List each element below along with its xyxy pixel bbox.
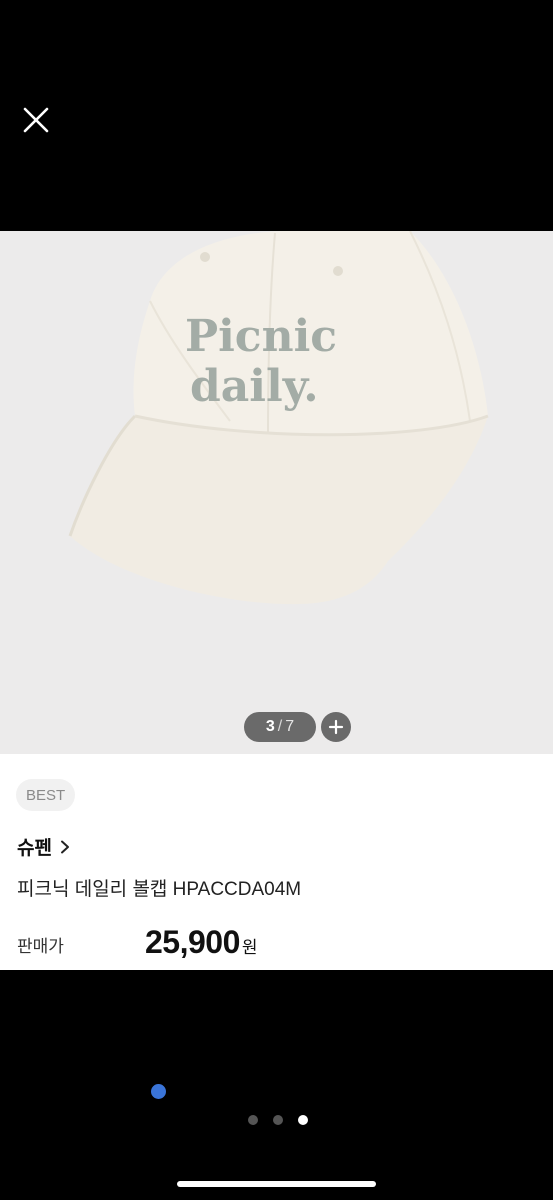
- plus-icon: [328, 719, 344, 735]
- home-indicator[interactable]: [177, 1181, 376, 1187]
- brand-link[interactable]: 슈펜: [17, 833, 70, 860]
- page-dot-1[interactable]: [248, 1115, 258, 1125]
- image-counter: 3 / 7: [244, 712, 316, 742]
- close-button[interactable]: [20, 104, 52, 136]
- product-name: 피크닉 데일리 볼캡 HPACCDA04M: [17, 879, 302, 900]
- price-label: 판매가: [17, 937, 64, 956]
- product-image[interactable]: Picnic daily.: [0, 231, 553, 754]
- page-dot-2[interactable]: [273, 1115, 283, 1125]
- page-indicator: [248, 1115, 308, 1125]
- chevron-right-icon: [60, 840, 69, 853]
- brand-name: 슈펜: [17, 838, 52, 859]
- page-dot-3[interactable]: [298, 1115, 308, 1125]
- zoom-button[interactable]: [321, 712, 351, 742]
- price: 25,900 원: [145, 924, 258, 961]
- price-unit: 원: [241, 938, 258, 957]
- best-badge: BEST: [16, 779, 76, 811]
- image-counter-separator: /: [277, 718, 283, 735]
- price-value: 25,900: [145, 924, 240, 960]
- cap-logo-line1: Picnic: [185, 311, 337, 362]
- image-counter-current: 3: [265, 718, 275, 735]
- close-icon: [23, 107, 49, 133]
- cap-logo-line2: daily.: [190, 361, 319, 412]
- image-counter-total: 7: [285, 718, 295, 735]
- blue-dot-indicator: [151, 1084, 166, 1099]
- cap-photo: Picnic daily.: [68, 231, 489, 605]
- product-info-panel: BEST 슈펜 피크닉 데일리 볼캡 HPACCDA04M 판매가 25,900…: [0, 754, 553, 970]
